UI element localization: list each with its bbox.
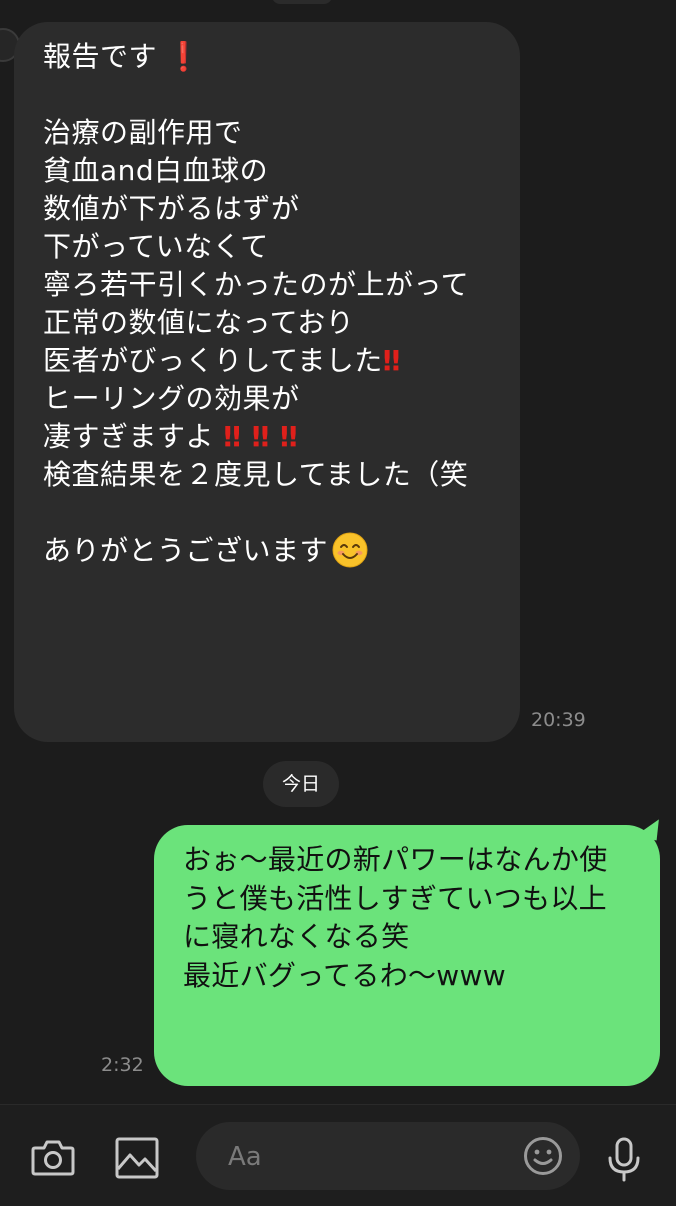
emoji-icon [524,1137,562,1175]
message-line: 治療の副作用で [43,116,243,149]
emoji-button[interactable] [522,1135,564,1177]
date-separator: 今日 [263,761,339,807]
incoming-message-time: 20:39 [531,709,586,731]
message-line: おぉ〜最近の新パワーはなんか使 [183,843,608,876]
message-line: 最近バグってるわ〜www [183,958,506,992]
message-input-wrapper [196,1122,580,1192]
outgoing-message-bubble[interactable]: おぉ〜最近の新パワーはなんか使 うと僕も活性しすぎていつも以上 に寝れなくなる笑… [154,825,660,1086]
message-line: 検査結果を２度見してました（笑 [43,458,469,491]
message-line: うと僕も活性しすぎていつも以上 [183,881,607,915]
image-button[interactable] [110,1133,164,1183]
message-line: 正常の数値になっており [43,306,355,339]
exclamation-emoji: ❗ [166,40,202,73]
message-input-bar [0,1104,676,1206]
message-line: 医者がびっくりしてました‼ [43,344,401,377]
message-input[interactable] [226,1122,510,1192]
message-line: 数値が下がるはずが [43,192,300,225]
microphone-button[interactable] [600,1133,648,1187]
message-line: 寧ろ若干引くかったのが上がって [43,268,470,301]
microphone-icon [608,1137,640,1182]
outgoing-message-time: 2:32 [101,1054,144,1076]
message-line: 報告です ❗ [43,40,202,73]
camera-button[interactable] [28,1133,78,1183]
camera-icon [31,1140,75,1176]
message-line: に寝れなくなる笑 [183,920,410,953]
message-line: 貧血and白血球の [43,154,269,187]
previous-content-edge [272,0,332,4]
message-line: ヒーリングの効果が [43,382,300,415]
message-line: ありがとうございます [43,532,508,570]
message-line: 凄すぎますよ ‼ ‼ ‼ [43,420,299,453]
incoming-message-bubble[interactable]: 報告です ❗ 治療の副作用で 貧血and白血球の 数値が下がるはずが 下がってい… [14,22,520,742]
image-icon [115,1137,159,1179]
double-exclamation-emoji: ‼ ‼ ‼ [223,420,299,453]
chat-screen: 報告です ❗ 治療の副作用で 貧血and白血球の 数値が下がるはずが 下がってい… [0,0,676,1206]
double-exclamation-emoji: ‼ [382,344,401,377]
smiling-face-icon [332,532,368,568]
message-line: 下がっていなくて [43,230,269,263]
